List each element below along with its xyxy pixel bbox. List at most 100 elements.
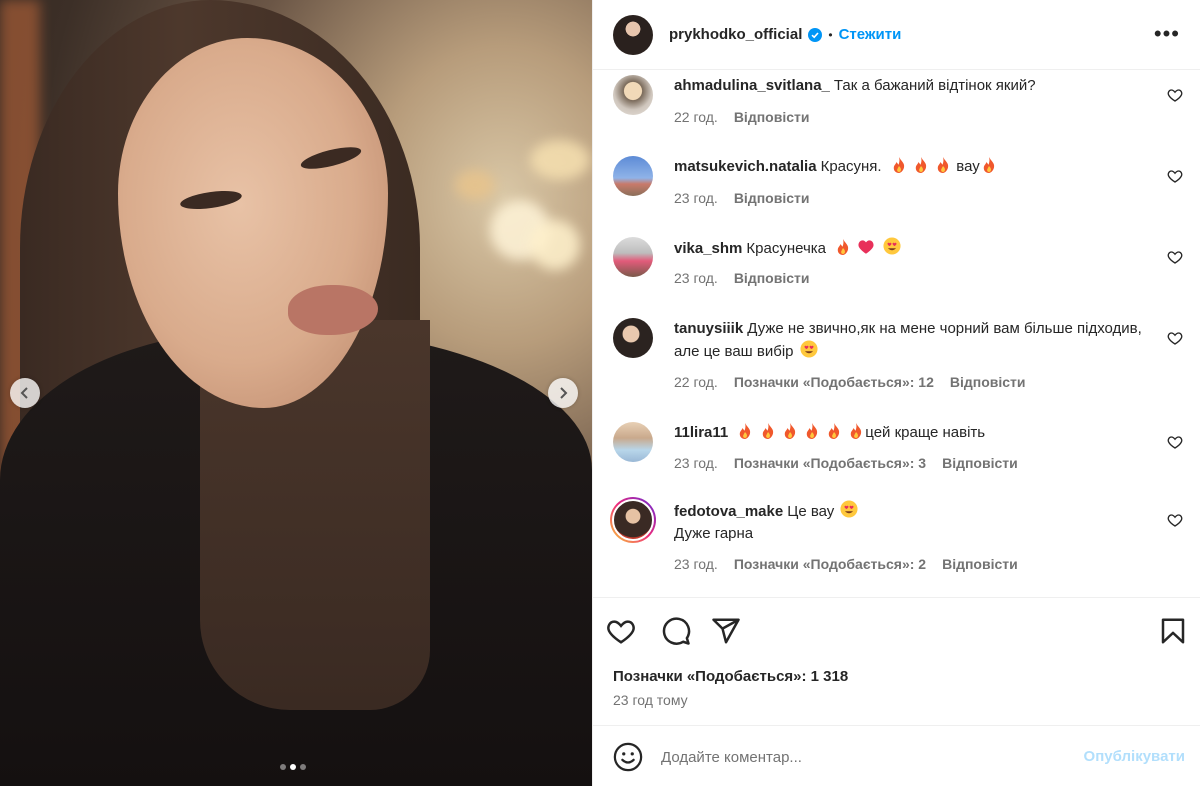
comment-likes-count[interactable]: Позначки «Подобається»: 12 <box>734 374 934 390</box>
comment-text: 11lira11 цей краще навіть <box>674 422 1144 444</box>
carousel-prev-button[interactable] <box>10 378 40 408</box>
comment-message: Красунечка <box>746 240 826 257</box>
post-header: prykhodko_official • Стежити ••• <box>593 0 1200 70</box>
post-likes-count[interactable]: Позначки «Подобається»: 1 318 <box>613 668 848 685</box>
comment-icon[interactable] <box>661 616 691 646</box>
post-time-ago[interactable]: 23 год тому <box>613 692 688 708</box>
comment-message: Дуже не звично,як на мене чорний вам біл… <box>674 320 1142 360</box>
comment-meta: 23 год. Відповісти <box>674 270 809 286</box>
heart-icon[interactable] <box>1167 512 1183 528</box>
heart-icon[interactable] <box>606 616 636 646</box>
carousel-dot[interactable] <box>300 764 306 770</box>
comment-time[interactable]: 23 год. <box>674 556 718 572</box>
fire-emoji-icon <box>937 157 949 173</box>
heart-eyes-emoji-icon <box>800 340 818 358</box>
background-light <box>530 140 590 180</box>
follow-button[interactable]: Стежити <box>839 26 902 43</box>
heart-icon[interactable] <box>1167 434 1183 450</box>
comment-message: Так а бажаний відтінок який? <box>833 77 1036 94</box>
post-actions: Позначки «Подобається»: 1 318 23 год том… <box>593 597 1200 724</box>
post-photo[interactable] <box>0 0 592 786</box>
fire-emoji-icon <box>806 423 818 439</box>
comment-username[interactable]: matsukevich.natalia <box>674 158 817 175</box>
heart-icon[interactable] <box>1167 87 1183 103</box>
heart-icon[interactable] <box>1167 168 1183 184</box>
comment-text: fedotova_make Це вау Дуже гарна <box>674 500 1144 545</box>
comment-username[interactable]: tanuysiiik <box>674 320 743 337</box>
comment-meta: 22 год. Відповісти <box>674 109 809 125</box>
carousel-dot-active[interactable] <box>290 764 296 770</box>
comment-avatar[interactable] <box>613 237 653 277</box>
comments-list[interactable]: ahmadulina_svitlana_ Так а бажаний відтін… <box>593 70 1200 597</box>
comment-message: Це вау <box>787 503 835 520</box>
comment-username[interactable]: 11lira11 <box>674 424 728 441</box>
fire-emoji-icon <box>915 157 927 173</box>
comment-text: matsukevich.natalia Красуня. вау <box>674 156 1144 178</box>
fire-emoji-icon <box>784 423 795 439</box>
comment-message: цей краще навіть <box>865 424 986 441</box>
chevron-right-icon <box>560 387 568 399</box>
comment-time[interactable]: 23 год. <box>674 190 718 206</box>
verified-badge-icon <box>808 27 823 42</box>
comment-meta: 23 год. Позначки «Подобається»: 2 Відпов… <box>674 556 1018 572</box>
comment-likes-count[interactable]: Позначки «Подобається»: 2 <box>734 556 926 572</box>
instagram-post-view: prykhodko_official • Стежити ••• ahmadul… <box>0 0 1200 786</box>
publish-comment-button[interactable]: Опублікувати <box>1084 748 1185 765</box>
heart-icon[interactable] <box>1167 249 1183 265</box>
background-light <box>530 220 580 270</box>
comment-avatar <box>612 499 654 541</box>
comment-message-tail: вау <box>956 158 980 175</box>
comment-text: tanuysiiik Дуже не звично,як на мене чорн… <box>674 318 1144 363</box>
comment-input[interactable] <box>661 742 1051 772</box>
comment-message-line2: Дуже гарна <box>674 525 754 542</box>
fire-emoji-icon <box>828 423 840 439</box>
background-light <box>455 170 495 200</box>
comment-avatar[interactable] <box>613 422 653 462</box>
comment-avatar[interactable] <box>613 156 653 196</box>
carousel-next-button[interactable] <box>548 378 578 408</box>
comment-time[interactable]: 23 год. <box>674 270 718 286</box>
comment-message: Красуня. <box>820 158 882 175</box>
comment-time[interactable]: 22 год. <box>674 374 718 390</box>
heart-eyes-emoji-icon <box>882 237 901 255</box>
separator-dot: • <box>828 27 833 42</box>
comment-text: ahmadulina_svitlana_ Так а бажаний відтін… <box>674 75 1144 97</box>
reply-button[interactable]: Відповісти <box>942 455 1018 471</box>
author-avatar[interactable] <box>613 14 653 55</box>
bookmark-icon[interactable] <box>1158 616 1188 646</box>
comment-likes-count[interactable]: Позначки «Подобається»: 3 <box>734 455 926 471</box>
fire-emoji-icon <box>837 239 849 255</box>
smiley-icon[interactable] <box>613 742 643 772</box>
more-options-icon[interactable]: ••• <box>1154 23 1180 45</box>
comment-username[interactable]: vika_shm <box>674 240 742 257</box>
fire-emoji-icon <box>762 423 773 439</box>
reply-button[interactable]: Відповісти <box>734 190 810 206</box>
reply-button[interactable]: Відповісти <box>942 556 1018 572</box>
heart-eyes-emoji-icon <box>840 500 859 518</box>
heart-icon[interactable] <box>1167 330 1183 346</box>
chevron-left-icon <box>20 387 28 399</box>
reply-button[interactable]: Відповісти <box>734 270 810 286</box>
reply-button[interactable]: Відповісти <box>950 374 1026 390</box>
reply-button[interactable]: Відповісти <box>734 109 810 125</box>
comment-time[interactable]: 23 год. <box>674 455 718 471</box>
fire-emoji-icon <box>740 423 751 439</box>
comment-time[interactable]: 22 год. <box>674 109 718 125</box>
post-side-panel: prykhodko_official • Стежити ••• ahmadul… <box>592 0 1200 786</box>
comment-meta: 23 год. Позначки «Подобається»: 3 Відпов… <box>674 455 1018 471</box>
paper-plane-icon[interactable] <box>711 616 741 646</box>
carousel-dot[interactable] <box>280 764 286 770</box>
comment-text: vika_shm Красунечка <box>674 237 1144 260</box>
fire-emoji-icon <box>851 423 862 439</box>
fire-emoji-icon <box>983 157 994 173</box>
author-username[interactable]: prykhodko_official <box>669 26 802 43</box>
comment-avatar[interactable] <box>613 75 653 115</box>
comment-meta: 22 год. Позначки «Подобається»: 12 Відпо… <box>674 374 1026 390</box>
comment-composer: Опублікувати <box>593 725 1200 786</box>
comment-username[interactable]: ahmadulina_svitlana_ <box>674 77 830 94</box>
comment-username[interactable]: fedotova_make <box>674 503 783 520</box>
comment-avatar[interactable] <box>613 318 653 358</box>
fire-emoji-icon <box>893 157 904 173</box>
heart-emoji-icon <box>858 240 874 254</box>
comment-avatar-story-ring[interactable] <box>610 497 656 543</box>
